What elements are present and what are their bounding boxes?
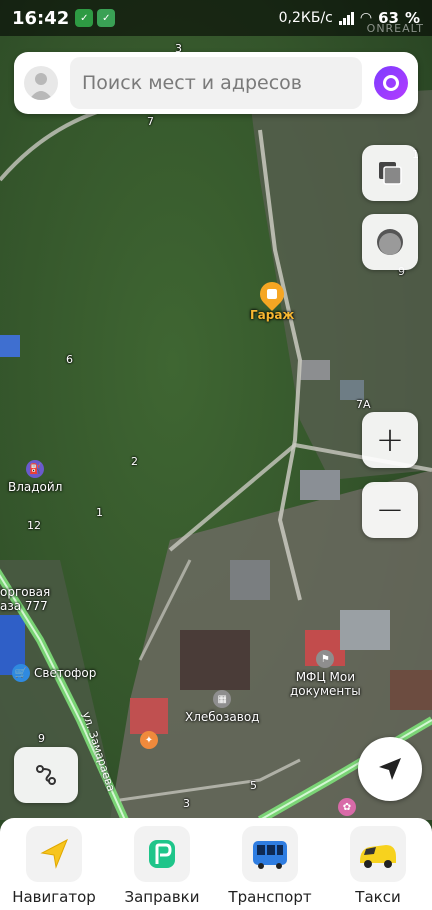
layers-icon (379, 162, 402, 185)
poi-trade-base[interactable]: орговая аза 777 (0, 583, 50, 613)
traffic-icon (377, 229, 403, 255)
nav-label: Заправки (124, 888, 200, 906)
nav-label: Транспорт (228, 888, 312, 906)
poi-svetofor[interactable]: 🛒 Светофор (12, 664, 96, 682)
house-number: 2 (131, 455, 138, 468)
route-button[interactable] (14, 747, 78, 803)
watermark: ONREALT (366, 22, 424, 35)
nav-transport[interactable]: Транспорт (220, 826, 320, 906)
house-number: 7А (356, 398, 371, 411)
house-number: 9 (38, 732, 45, 745)
nav-fuel[interactable]: Заправки (112, 826, 212, 906)
zoom-in-button[interactable]: + (362, 412, 418, 468)
fuel-station-icon: ⛽ (26, 460, 45, 478)
taxi-icon (350, 826, 406, 882)
shield-icon: ✓ (75, 9, 94, 27)
poi-label-line2: документы (290, 684, 361, 698)
government-flag-icon: ⚑ (316, 650, 335, 668)
poi-garage[interactable]: Гараж (250, 277, 294, 322)
poi-label-line1: орговая (0, 585, 51, 599)
status-bar: 16:42 ✓ ✓ 0,2КБ/с ◠ 63% ONREALT (0, 0, 432, 36)
location-arrow-icon (379, 758, 401, 780)
poi-label-line2: аза 777 (0, 599, 48, 613)
bus-icon (242, 826, 298, 882)
poi-label: Светофор (34, 666, 97, 680)
factory-icon: ▦ (213, 690, 232, 708)
profile-avatar-icon[interactable] (24, 66, 58, 100)
house-number: 1 (96, 506, 103, 519)
poi-label: Хлебозавод (185, 710, 260, 724)
clock: 16:42 (12, 7, 70, 29)
house-number: 12 (27, 519, 41, 532)
garage-pin-icon (255, 277, 290, 311)
nav-taxi[interactable]: Такси (328, 826, 428, 906)
navigator-icon (26, 826, 82, 882)
signal-icon (338, 11, 354, 25)
house-number: 3 (183, 797, 190, 810)
route-icon (36, 765, 56, 785)
fuel-icon (134, 826, 190, 882)
poi-bakery[interactable]: ▦ Хлебозавод (185, 690, 259, 724)
house-number: 6 (66, 353, 73, 366)
poi-label-line1: МФЦ Мои (295, 670, 356, 684)
house-number: 5 (250, 779, 257, 792)
layers-button[interactable] (362, 145, 418, 201)
alice-voice-assistant-icon[interactable] (374, 66, 408, 100)
food-icon[interactable]: ✦ (140, 731, 158, 749)
my-location-button[interactable] (358, 737, 422, 801)
shop-icon: 🛒 (12, 664, 30, 682)
nav-label: Такси (355, 888, 401, 906)
search-input[interactable] (70, 57, 362, 109)
poi-vladoil[interactable]: ⛽ Владойл (8, 460, 62, 494)
poi-mfc[interactable]: ⚑ МФЦ Мои документы (290, 650, 361, 698)
security-icon: ✓ (97, 9, 116, 27)
bottom-navigation: Навигатор Заправки Транспорт Такси (0, 818, 432, 910)
poi-label: Владойл (8, 480, 63, 494)
traffic-button[interactable] (362, 214, 418, 270)
network-speed: 0,2КБ/с (278, 10, 333, 26)
search-bar (14, 52, 418, 114)
nav-label: Навигатор (12, 888, 96, 906)
house-number: 7 (147, 115, 154, 128)
nav-navigator[interactable]: Навигатор (4, 826, 104, 906)
flower-shop-icon[interactable]: ✿ (338, 798, 356, 816)
zoom-out-button[interactable]: − (362, 482, 418, 538)
